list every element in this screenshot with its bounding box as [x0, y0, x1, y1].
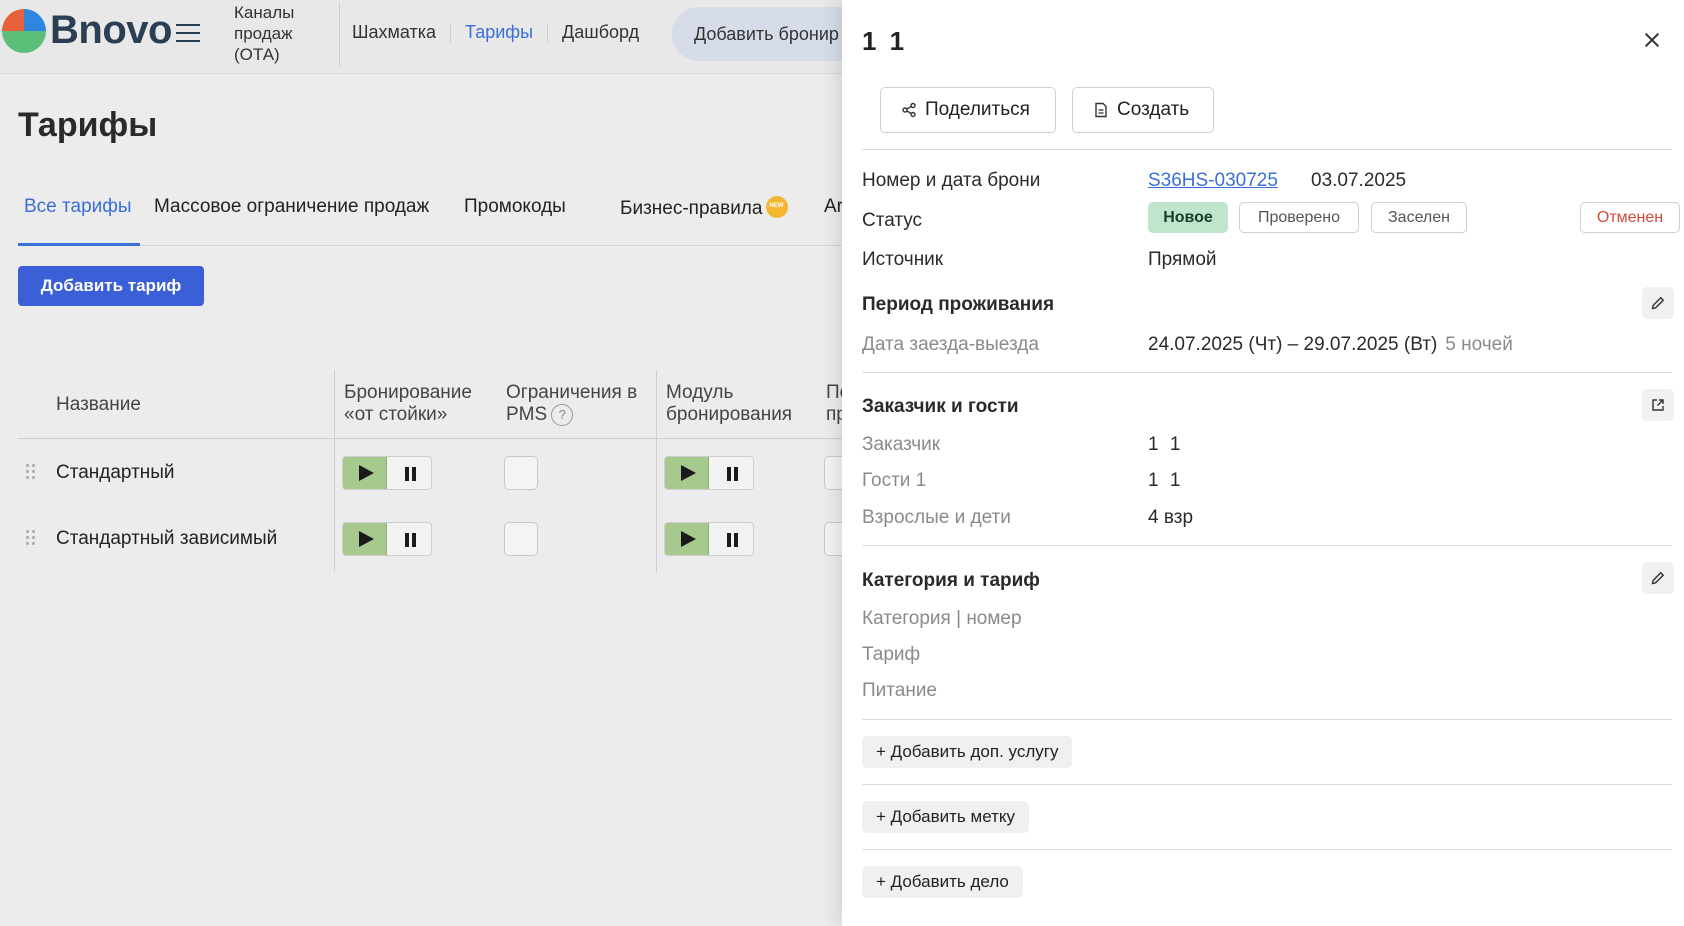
booking-date: 03.07.2025 [1311, 170, 1407, 191]
nav-ota-link[interactable]: Каналы продаж (ОТА) [234, 2, 334, 65]
active-tab-underline [18, 243, 140, 246]
drawer-title: 1 1 [862, 26, 908, 56]
booking-drawer: 1 1 Поделиться Создать Номер и дата брон… [842, 0, 1684, 926]
column-header-front-desk[interactable]: Бронирование «от стойки» [344, 382, 492, 426]
dates-value: 24.07.2025 (Чт) – 29.07.2025 (Вт) 5 ночей [1148, 334, 1513, 355]
document-icon [1095, 102, 1107, 118]
front-desk-play-pause-toggle[interactable] [342, 522, 432, 556]
column-header-pms-restrictions[interactable]: Ограничения в PMS? [506, 382, 646, 426]
play-icon [343, 523, 387, 555]
share-icon [902, 102, 916, 118]
pause-icon [405, 533, 417, 547]
nav-divider [339, 2, 340, 66]
add-service-button[interactable]: + Добавить доп. услугу [862, 736, 1073, 768]
add-task-button[interactable]: + Добавить дело [862, 866, 1023, 898]
pms-restriction-checkbox[interactable] [504, 522, 538, 556]
customer-value[interactable]: 1 1 [1148, 434, 1183, 456]
tariff-label: Тариф [862, 644, 921, 665]
booking-number-label: Номер и дата брони [862, 170, 1041, 191]
status-checked-in-button[interactable]: Заселен [1371, 202, 1467, 233]
page-title: Тарифы [18, 106, 158, 144]
help-icon[interactable]: ? [551, 404, 574, 426]
source-label: Источник [862, 249, 944, 270]
tab-all-tariffs[interactable]: Все тарифы [24, 196, 132, 218]
column-header-booking-module[interactable]: Модуль бронирования [666, 382, 806, 426]
category-tariff-heading: Категория и тариф [862, 570, 1040, 591]
pencil-icon [1651, 296, 1665, 310]
top-nav: Шахматка Тарифы Дашборд [352, 22, 653, 43]
drag-handle-icon[interactable] [26, 464, 36, 482]
booking-module-play-pause-toggle[interactable] [664, 522, 754, 556]
pause-icon [727, 533, 739, 547]
tab-promocodes[interactable]: Промокоды [464, 196, 566, 218]
stay-period-heading: Период проживания [862, 294, 1055, 315]
adults-children-value: 4 взр [1148, 507, 1194, 528]
bnovo-logo-icon[interactable] [2, 9, 46, 53]
nav-link-tariffs[interactable]: Тарифы [451, 22, 547, 43]
nav-link-dashboard[interactable]: Дашборд [548, 22, 653, 43]
tariff-name[interactable]: Стандартный зависимый [56, 528, 277, 550]
status-cancelled-button[interactable]: Отменен [1580, 202, 1680, 233]
play-icon [665, 523, 709, 555]
dates-label: Дата заезда-выезда [862, 334, 1039, 355]
guests-label: Гости 1 [862, 470, 927, 491]
create-document-button[interactable]: Создать [1072, 87, 1214, 133]
booking-number-link[interactable]: S36HS-030725 [1148, 170, 1278, 192]
pause-icon [727, 467, 739, 481]
add-tariff-button[interactable]: Добавить тариф [18, 266, 204, 306]
tab-mass-restriction[interactable]: Массовое ограничение продаж [154, 196, 429, 218]
column-header-name[interactable]: Название [56, 394, 141, 416]
guests-value[interactable]: 1 1 [1148, 470, 1183, 492]
open-customer-button[interactable] [1642, 389, 1674, 421]
pms-restriction-checkbox[interactable] [504, 456, 538, 490]
edit-category-button[interactable] [1642, 562, 1674, 594]
pause-icon [405, 467, 417, 481]
status-new-button[interactable]: Новое [1148, 202, 1228, 233]
brand-name[interactable]: Bnovo [50, 8, 172, 53]
meal-label: Питание [862, 680, 937, 701]
nav-link-chessboard[interactable]: Шахматка [352, 22, 450, 43]
category-room-label: Категория | номер [862, 608, 1022, 629]
tab-more[interactable]: Ar [824, 196, 843, 218]
front-desk-play-pause-toggle[interactable] [342, 456, 432, 490]
status-label: Статус [862, 210, 923, 231]
booking-module-play-pause-toggle[interactable] [664, 456, 754, 490]
play-icon [343, 457, 387, 489]
drag-handle-icon[interactable] [26, 530, 36, 548]
status-checked-button[interactable]: Проверено [1239, 202, 1359, 233]
new-badge-icon: NEW [766, 196, 789, 218]
close-icon[interactable] [1638, 26, 1666, 54]
tab-business-rules[interactable]: Бизнес-правила NEW [620, 196, 789, 220]
adults-children-label: Взрослые и дети [862, 507, 1011, 528]
play-icon [665, 457, 709, 489]
nights-count: 5 ночей [1445, 334, 1513, 355]
tariff-tabs: Все тарифы Массовое ограничение продаж П… [18, 196, 848, 246]
pencil-icon [1651, 571, 1665, 585]
tariff-name[interactable]: Стандартный [56, 462, 175, 484]
customer-guests-heading: Заказчик и гости [862, 396, 1019, 417]
source-value: Прямой [1148, 249, 1217, 270]
external-link-icon [1652, 399, 1664, 411]
share-button[interactable]: Поделиться [880, 87, 1056, 133]
customer-label: Заказчик [862, 434, 941, 455]
menu-icon[interactable] [176, 24, 200, 44]
add-tag-button[interactable]: + Добавить метку [862, 801, 1029, 833]
edit-stay-button[interactable] [1642, 287, 1674, 319]
